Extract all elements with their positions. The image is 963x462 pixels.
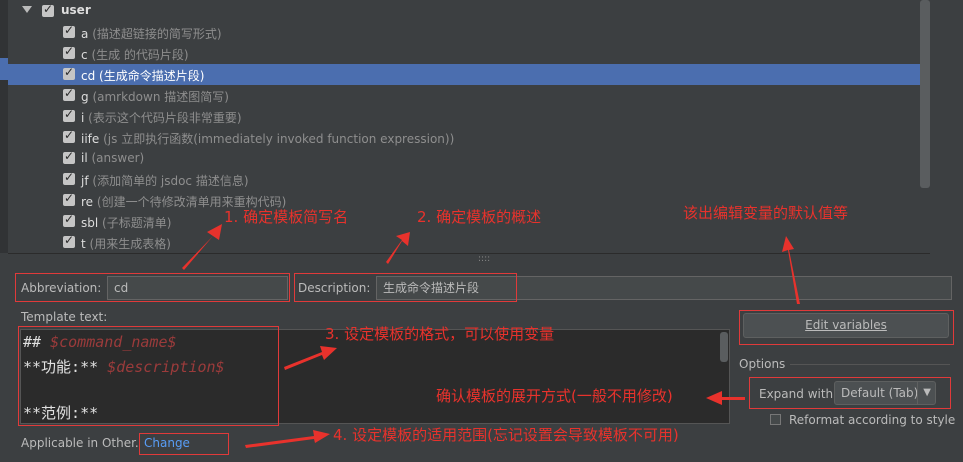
arrow-1	[182, 224, 222, 270]
arrow-6	[245, 430, 330, 448]
arrow-4	[284, 346, 337, 370]
arrow-3	[782, 236, 800, 304]
arrow-5	[706, 391, 745, 405]
annotation-arrows	[182, 224, 800, 448]
arrow-2	[386, 232, 410, 264]
